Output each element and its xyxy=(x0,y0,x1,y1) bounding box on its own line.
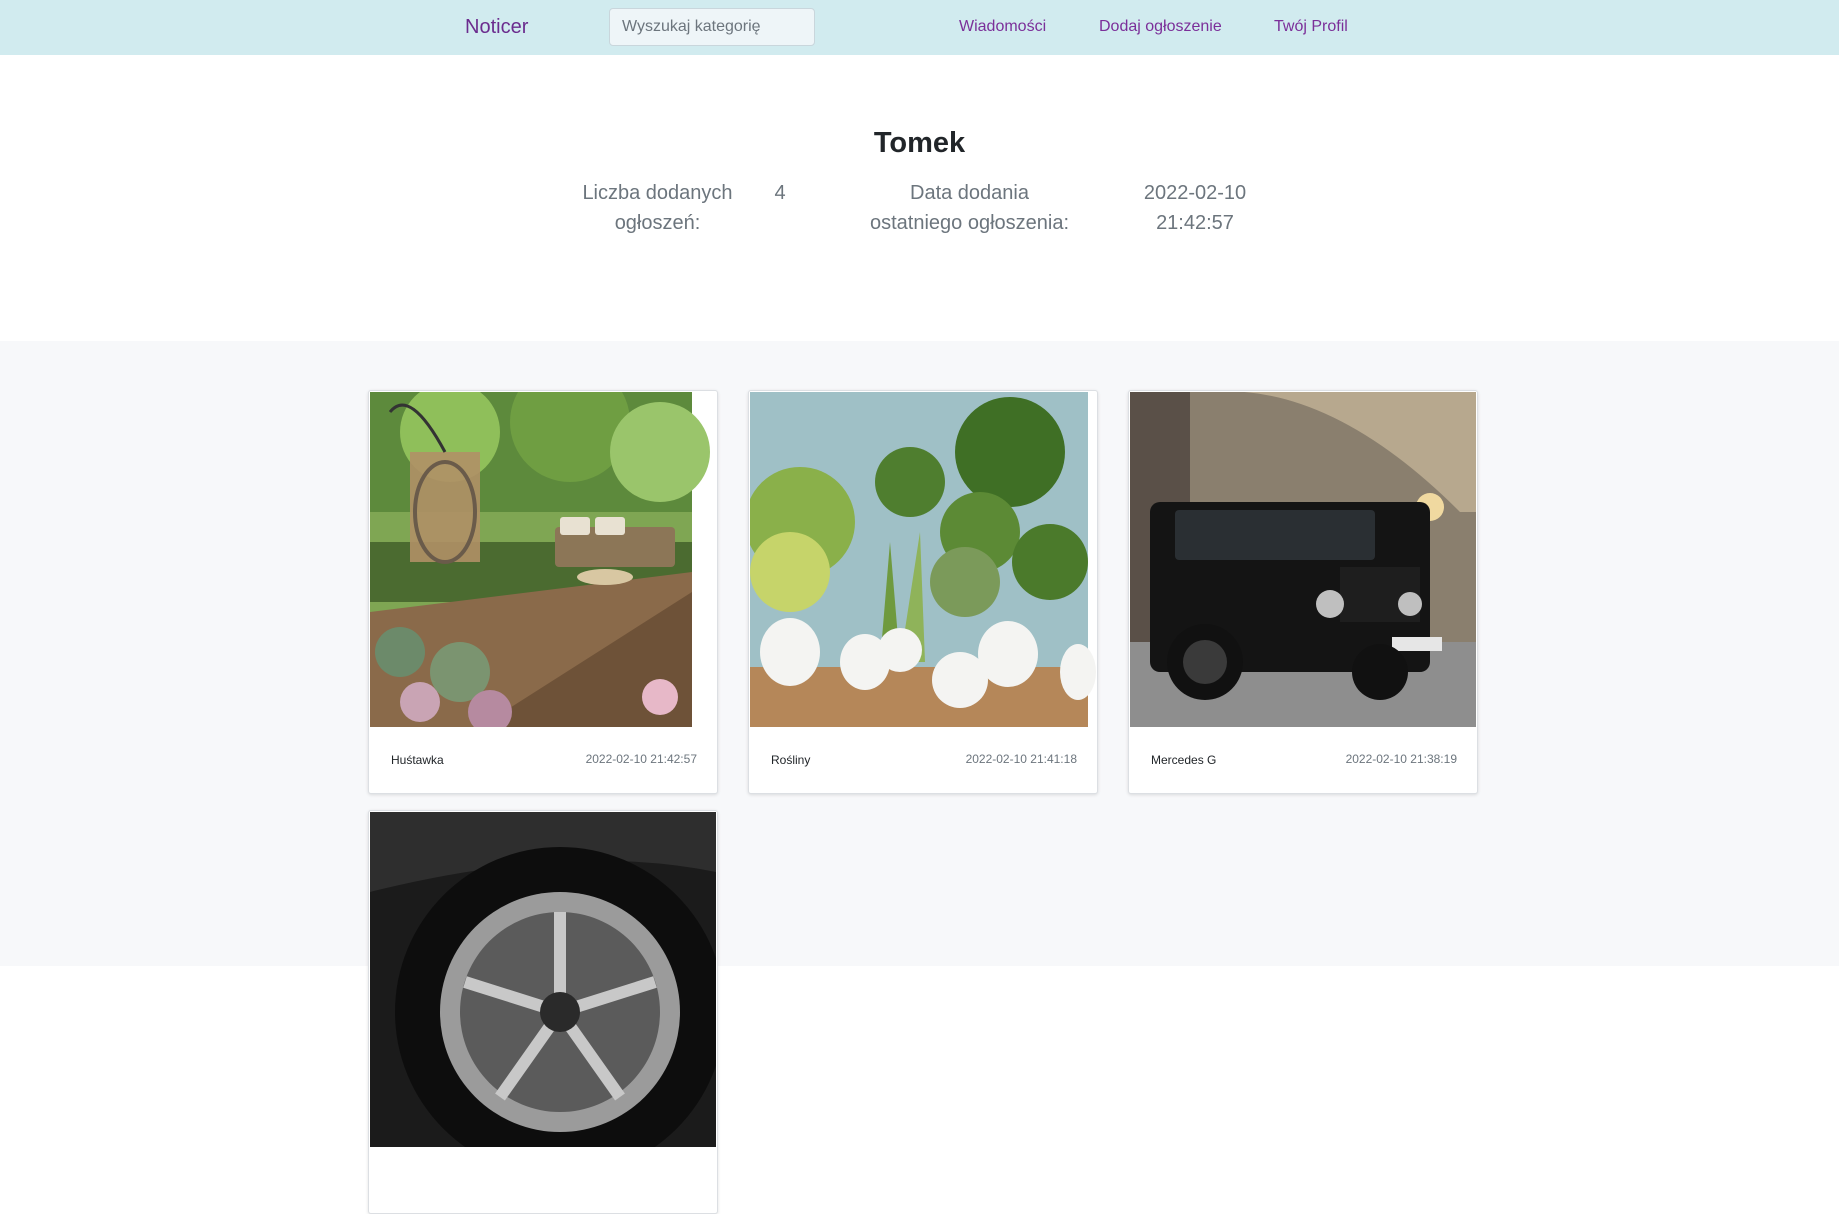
listing-card-footer xyxy=(369,1147,717,1213)
garden-swing-image[interactable] xyxy=(370,392,716,727)
nav-profile-link[interactable]: Twój Profil xyxy=(1274,18,1348,36)
last-listing-date-label: Data dodania ostatniego ogłoszenia: xyxy=(869,182,1070,234)
listing-title[interactable]: Mercedes G xyxy=(1151,753,1216,767)
listing-date: 2022-02-10 21:38:19 xyxy=(1345,752,1457,766)
listing-date: 2022-02-10 21:41:18 xyxy=(965,752,1077,766)
nav-add-listing-link[interactable]: Dodaj ogłoszenie xyxy=(1099,18,1222,36)
nav-messages-link[interactable]: Wiadomości xyxy=(959,18,1046,36)
listing-date: 2022-02-10 21:42:57 xyxy=(585,752,697,766)
brand-logo-link[interactable]: Noticer xyxy=(465,16,528,39)
potted-plants-image[interactable] xyxy=(750,392,1096,727)
listing-count-label: Liczba dodanych ogłoszeń: xyxy=(582,182,733,234)
listing-card-footer: Huśtawka 2022-02-10 21:42:57 xyxy=(369,727,717,793)
listing-card[interactable]: Huśtawka 2022-02-10 21:42:57 xyxy=(368,390,718,794)
listing-count-value: 4 xyxy=(774,182,786,204)
listing-card[interactable]: Mercedes G 2022-02-10 21:38:19 xyxy=(1128,390,1478,794)
black-suv-image[interactable] xyxy=(1130,392,1476,727)
listings-section: Huśtawka 2022-02-10 21:42:57 Rośliny 202… xyxy=(0,341,1839,1214)
car-wheel-image[interactable] xyxy=(370,812,716,1147)
profile-name: Tomek xyxy=(873,127,966,159)
category-search-input[interactable] xyxy=(609,8,815,46)
listing-title[interactable]: Huśtawka xyxy=(391,753,444,767)
listing-card-footer: Rośliny 2022-02-10 21:41:18 xyxy=(749,727,1097,793)
last-listing-date-value: 2022-02-10 21:42:57 xyxy=(1143,182,1247,234)
listing-title[interactable]: Rośliny xyxy=(771,753,810,767)
listing-card[interactable]: Rośliny 2022-02-10 21:41:18 xyxy=(748,390,1098,794)
listing-card[interactable] xyxy=(368,810,718,1214)
listing-card-footer: Mercedes G 2022-02-10 21:38:19 xyxy=(1129,727,1477,793)
navbar: Noticer Wiadomości Dodaj ogłoszenie Twój… xyxy=(0,0,1839,55)
